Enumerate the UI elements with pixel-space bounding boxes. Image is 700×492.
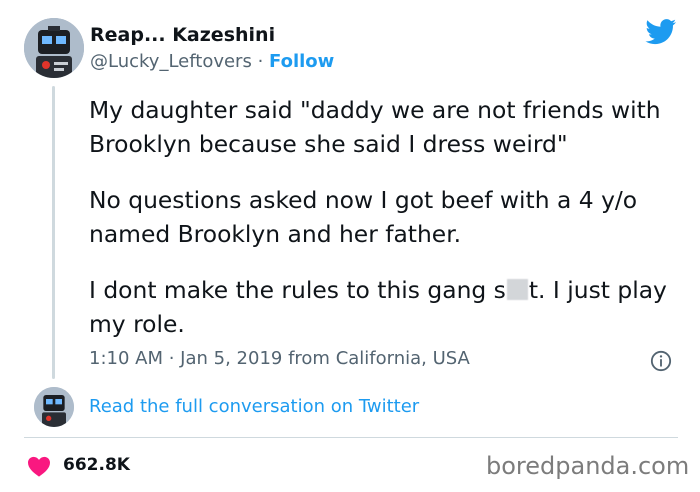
heart-icon[interactable] (27, 455, 51, 477)
tweet-paragraph-3: I dont make the rules to this gang s t. I… (89, 273, 689, 341)
robot-avatar-image-small (34, 387, 74, 427)
tweet-source: from California, USA (282, 348, 470, 369)
divider (24, 437, 678, 438)
thread-connector-line (52, 86, 55, 379)
info-icon[interactable] (650, 350, 672, 372)
tweet-date[interactable]: Jan 5, 2019 (180, 348, 282, 369)
tweet-paragraph-3-start: I dont make the rules to this gang s (89, 276, 506, 304)
tweet-paragraph-1: My daughter said "daddy we are not frien… (89, 96, 661, 158)
follow-button[interactable]: Follow (269, 51, 334, 72)
author-handle[interactable]: @Lucky_Leftovers (90, 51, 252, 72)
tweet-meta: 1:10 AM · Jan 5, 2019 from California, U… (89, 348, 470, 369)
author-handle-row: @Lucky_Leftovers · Follow (90, 51, 334, 72)
read-conversation-link[interactable]: Read the full conversation on Twitter (89, 396, 419, 417)
tweet-text: My daughter said "daddy we are not frien… (89, 93, 689, 363)
robot-avatar-image (24, 18, 84, 78)
tweet-paragraph-2: No questions asked now I got beef with a… (89, 186, 638, 248)
like-count[interactable]: 662.8K (63, 455, 130, 475)
author-display-name[interactable]: Reap... Kazeshini (90, 24, 275, 46)
censor-blur (506, 279, 528, 300)
conversation-avatar[interactable] (34, 387, 74, 427)
meta-separator: · (163, 348, 181, 369)
tweet-time[interactable]: 1:10 AM (89, 348, 163, 369)
author-avatar[interactable] (24, 18, 84, 78)
boredpanda-watermark: boredpanda.com (486, 452, 690, 480)
handle-separator: · (251, 51, 270, 72)
twitter-bird-icon[interactable] (645, 19, 677, 45)
